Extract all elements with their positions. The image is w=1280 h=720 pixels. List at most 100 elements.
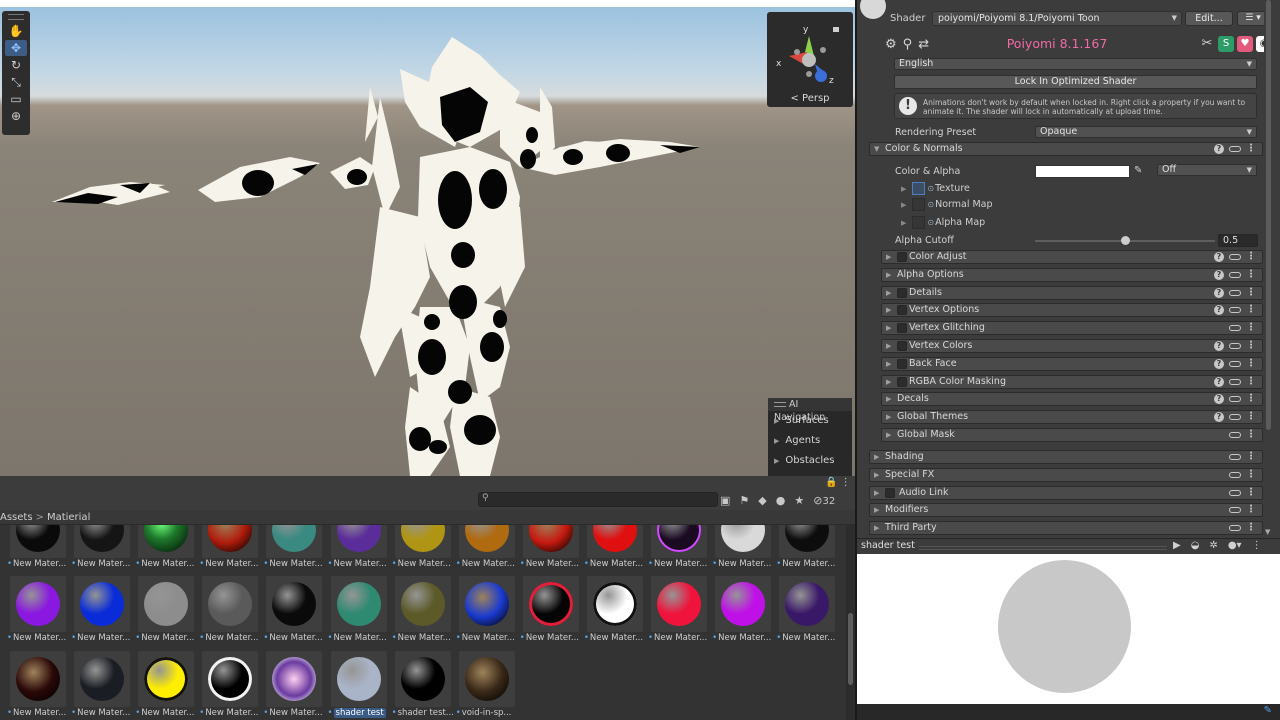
alpha-cutoff-value-field[interactable]: 0.5 bbox=[1218, 234, 1258, 247]
link-icon[interactable] bbox=[1229, 378, 1241, 385]
more-menu-icon[interactable]: ⋮ bbox=[1246, 487, 1256, 499]
material-tile[interactable]: •New Mater... bbox=[135, 651, 199, 720]
scroll-down-arrow-icon[interactable]: ▼ bbox=[1265, 528, 1270, 536]
enable-checkbox[interactable] bbox=[885, 487, 895, 498]
material-tile[interactable]: •New Mater... bbox=[648, 576, 712, 651]
object-picker-icon[interactable]: ⊙ bbox=[927, 200, 934, 209]
material-tile[interactable]: •New Mater... bbox=[328, 525, 392, 577]
scrollbar-thumb[interactable] bbox=[848, 613, 853, 685]
material-tile[interactable]: •New Mater... bbox=[135, 525, 199, 577]
material-tile[interactable]: •New Mater... bbox=[263, 651, 327, 720]
material-tile[interactable]: •New Mater... bbox=[520, 525, 584, 577]
rendering-preset-dropdown[interactable]: Opaque ▼ bbox=[1035, 126, 1257, 138]
more-menu-icon[interactable]: ⋮ bbox=[1246, 287, 1256, 299]
more-menu-icon[interactable]: ⋮ bbox=[1246, 143, 1256, 155]
subsection-vertex-colors[interactable]: ▶ Vertex Colors? ⋮ bbox=[881, 339, 1263, 353]
texture-slot[interactable] bbox=[912, 182, 926, 195]
lock-in-shader-button[interactable]: Lock In Optimized Shader bbox=[894, 75, 1257, 89]
preview-resize-grip[interactable] bbox=[919, 546, 1167, 550]
color-alpha-mode-dropdown[interactable]: Off ▼ bbox=[1157, 164, 1257, 176]
material-tile[interactable]: •New Mater... bbox=[135, 576, 199, 651]
material-tile[interactable]: •New Mater... bbox=[7, 576, 71, 651]
more-menu-icon[interactable]: ⋮ bbox=[1246, 322, 1256, 334]
enable-checkbox[interactable] bbox=[897, 287, 907, 298]
more-menu-icon[interactable]: ⋮ bbox=[1246, 429, 1256, 441]
scale-tool-icon[interactable]: ⤡ bbox=[5, 74, 27, 90]
material-tile[interactable]: •New Mater... bbox=[392, 525, 456, 577]
notification-icon[interactable]: ✎ bbox=[1264, 705, 1272, 716]
material-tile[interactable]: •New Mater... bbox=[648, 525, 712, 577]
project-scrollbar[interactable] bbox=[846, 525, 855, 720]
enable-checkbox[interactable] bbox=[897, 323, 907, 334]
more-menu-icon[interactable]: ⋮ bbox=[1252, 540, 1262, 551]
link-icon[interactable] bbox=[1229, 146, 1241, 152]
ainav-item-obstacles[interactable]: ▶ Obstacles bbox=[768, 451, 852, 471]
alpha-cutoff-slider-handle[interactable] bbox=[1121, 236, 1130, 245]
enable-checkbox[interactable] bbox=[897, 376, 907, 387]
object-picker-icon[interactable]: ⊙ bbox=[927, 184, 934, 193]
material-grid[interactable]: •New Mater... •New Mater... •New Mater... •… bbox=[0, 525, 846, 720]
material-tile[interactable]: •New Mater... bbox=[199, 525, 263, 577]
alpha-map-slot[interactable] bbox=[912, 216, 926, 229]
subsection-vertex-options[interactable]: ▶ Vertex Options? ⋮ bbox=[881, 303, 1263, 318]
inspector-scrollbar[interactable]: ▼ bbox=[1264, 0, 1273, 538]
link-icon[interactable] bbox=[1229, 414, 1241, 421]
object-picker-icon[interactable]: ⊙ bbox=[927, 218, 934, 227]
preview-shape-icon[interactable]: ●▾ bbox=[1228, 540, 1242, 551]
alpha-map-row[interactable]: ▶ ⊙Alpha Map bbox=[901, 216, 985, 229]
material-tile[interactable]: •New Mater... bbox=[71, 525, 135, 577]
section-modifiers[interactable]: ▶ Modifiers ⋮ bbox=[869, 503, 1263, 518]
link-icon[interactable] bbox=[1229, 454, 1241, 460]
subsection-alpha-options[interactable]: ▶ Alpha Options? ⋮ bbox=[881, 267, 1263, 282]
help-icon[interactable]: ? bbox=[1214, 144, 1224, 154]
link-icon[interactable] bbox=[1229, 325, 1241, 332]
material-tile[interactable]: •New Mater... bbox=[712, 576, 776, 651]
scrollbar-thumb[interactable] bbox=[1266, 0, 1271, 430]
scene-view[interactable]: ✋ ✥ ↻ ⤡ ▭ ⊕ y x z < Persp AI Navigation … bbox=[0, 7, 855, 476]
more-menu-icon[interactable]: ⋮ bbox=[1246, 340, 1256, 352]
axis-gizmo-icon[interactable]: y x z bbox=[767, 12, 853, 92]
material-tile[interactable]: •New Mater... bbox=[456, 576, 520, 651]
move-tool-icon[interactable]: ✥ bbox=[5, 40, 27, 56]
link-icon[interactable] bbox=[1229, 396, 1241, 403]
link-icon[interactable] bbox=[1229, 360, 1241, 367]
more-menu-icon[interactable]: ⋮ bbox=[1246, 304, 1256, 316]
normal-map-row[interactable]: ▶ ⊙Normal Map bbox=[901, 198, 993, 211]
material-tile[interactable]: •New Mater... bbox=[263, 525, 327, 577]
more-menu-icon[interactable]: ⋮ bbox=[1246, 504, 1256, 516]
subsection-vertex-glitching[interactable]: ▶ Vertex Glitching ⋮ bbox=[881, 321, 1263, 336]
material-tile[interactable]: •New Mater... bbox=[328, 576, 392, 651]
enable-checkbox[interactable] bbox=[897, 305, 907, 316]
section-shading[interactable]: ▶ Shading ⋮ bbox=[869, 450, 1263, 464]
projection-toggle[interactable]: < Persp bbox=[767, 93, 853, 104]
more-menu-icon[interactable]: ⋮ bbox=[1246, 522, 1256, 534]
shader-dropdown[interactable]: poiyomi/Poiyomi 8.1/Poiyomi Toon ▼ bbox=[932, 11, 1182, 26]
material-tile[interactable]: •New Mater... bbox=[7, 525, 71, 577]
play-icon[interactable]: ▶ bbox=[1173, 540, 1181, 551]
search-by-label-icon[interactable]: ⚑ bbox=[739, 494, 749, 507]
more-menu-icon[interactable]: ⋮ bbox=[1246, 358, 1256, 370]
search-by-type-icon[interactable]: ▣ bbox=[720, 494, 730, 507]
help-icon[interactable]: ? bbox=[1214, 269, 1224, 280]
subsection-details[interactable]: ▶ Details? ⋮ bbox=[881, 285, 1263, 300]
ainav-item-surfaces[interactable]: ▶ Surfaces bbox=[768, 411, 852, 431]
project-search-input[interactable]: ⚲ bbox=[478, 492, 718, 507]
link-icon[interactable] bbox=[1229, 471, 1241, 478]
more-menu-icon[interactable]: ⋮ bbox=[1246, 269, 1256, 281]
material-tile[interactable]: •New Mater... bbox=[776, 525, 840, 577]
link-icon[interactable] bbox=[1229, 271, 1241, 278]
ai-navigation-header[interactable]: AI Navigation bbox=[768, 398, 852, 423]
material-tile[interactable]: •New Mater... bbox=[712, 525, 776, 577]
more-menu-icon[interactable]: ⋮ bbox=[1246, 376, 1256, 388]
link-icon[interactable] bbox=[1229, 307, 1241, 314]
toolbar-grip[interactable] bbox=[8, 14, 24, 20]
subsection-rgba-color-masking[interactable]: ▶ RGBA Color Masking? ⋮ bbox=[881, 374, 1263, 389]
material-preview[interactable] bbox=[857, 554, 1280, 704]
subsection-color-adjust[interactable]: ▶ Color Adjust? ⋮ bbox=[881, 250, 1263, 264]
help-icon[interactable]: ? bbox=[1214, 412, 1224, 423]
subsection-decals[interactable]: ▶ Decals? ⋮ bbox=[881, 392, 1263, 407]
more-menu-icon[interactable]: ⋮ bbox=[1246, 451, 1256, 463]
help-icon[interactable]: ? bbox=[1214, 341, 1224, 351]
hidden-packages-toggle[interactable]: ⊘32 bbox=[813, 494, 835, 507]
help-icon[interactable]: ? bbox=[1214, 394, 1224, 405]
